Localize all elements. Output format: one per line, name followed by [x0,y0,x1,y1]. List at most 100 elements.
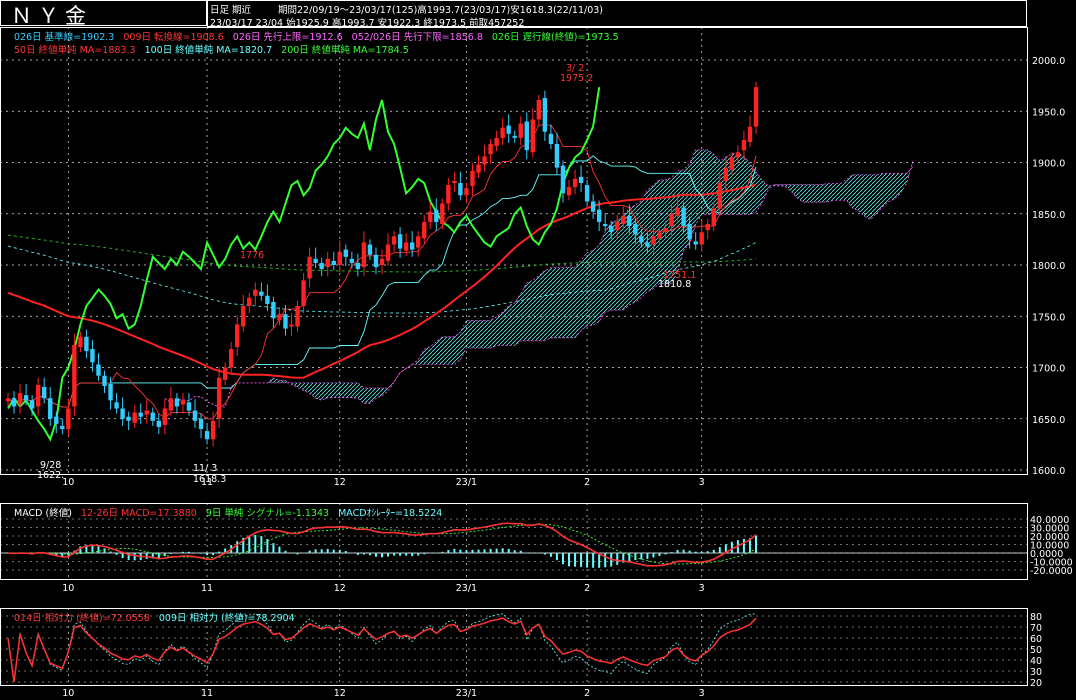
candle-body [458,183,463,196]
candle-body [367,244,373,255]
price-tick-label: 1700.0 [1032,364,1065,375]
rsi9-line [7,613,757,683]
macd-tick-label: -20.0000 [1030,566,1073,577]
candle-body [331,260,336,265]
candle-body [518,123,523,138]
x-tick-label: 11 [201,583,213,594]
candle-body [476,164,481,173]
candle-body [301,280,306,306]
candle-body [337,251,342,265]
candle-body [409,242,415,250]
chart-svg: 1600.0 1650.0 1700.0 1750.0 1800.0 1850.0 1900… [0,27,1073,699]
price-annotation: 1751.1 [663,270,696,281]
candle-body [578,176,584,183]
candle-body [415,236,421,248]
price-tick-label: 1800.0 [1032,261,1065,272]
candle-body [29,400,35,409]
rsi-tick-label: 60 [1030,634,1042,645]
price-tick-label: 1750.0 [1032,312,1065,323]
candle-body [355,262,361,270]
candle-body [434,209,439,222]
candle-body [228,349,234,368]
candle-body [699,232,704,245]
price-tick-label: 1950.0 [1032,107,1065,118]
candle-body [373,254,379,268]
candle-body [361,242,367,268]
candle-body [566,187,572,196]
candle-body [669,213,674,227]
macd-signal-line [7,523,757,565]
candle-body [470,170,475,187]
candle-body [391,236,397,245]
rsi-tick-label: 80 [1030,612,1042,623]
candle-body [729,157,735,170]
candle-body [198,418,204,429]
rsi-tick-label: 50 [1030,645,1042,656]
candle-body [717,183,723,209]
x-tick-label: 3 [699,477,705,488]
candle-body [66,408,71,429]
rsi-tick-label: 20 [1030,678,1042,689]
price-tick-label: 1900.0 [1032,159,1065,170]
rsi14-line [7,617,757,683]
price-tick-label: 2000.0 [1032,56,1065,67]
candle-body [452,180,457,183]
price-annotation: 1975.2 [560,73,593,84]
candle-body [621,215,626,224]
candle-body [289,324,294,327]
candle-body [54,416,59,424]
candle-body [235,324,240,347]
candle-body [253,289,258,296]
candle-body [639,236,644,243]
x-tick-label: 12 [334,688,346,699]
candle-body [168,398,174,411]
candle-body [657,232,662,239]
candle-body [48,398,53,419]
candle-body [247,297,252,306]
candle-body [548,133,554,145]
candle-body [397,234,403,249]
candle-body [174,398,180,407]
rsi-tick-label: 70 [1030,623,1042,634]
candle-body [271,301,276,319]
candle-body [530,119,536,153]
candle-body [150,412,155,421]
candle-body [17,393,23,405]
candle-body [60,425,65,429]
candle-body [11,398,17,407]
candle-body [675,207,680,216]
candle-body [84,336,89,352]
candle-body [23,395,29,401]
candle-body [307,256,312,279]
candle-body [385,244,391,261]
candle-body [663,228,668,233]
candle-body [572,178,578,188]
candle-body [723,167,729,181]
candle-body [283,314,288,329]
candle-body [96,364,101,376]
candle-body [132,412,137,423]
candle-body [126,416,131,421]
candle-body [645,242,650,247]
candle-body [156,420,162,427]
candle-body [343,249,349,257]
ichimoku-cloud [164,149,913,407]
candle-body [446,185,451,204]
price-tick-label: 1600.0 [1032,466,1065,477]
candle-body [325,258,330,268]
candle-body [349,258,355,263]
candle-body [186,402,192,411]
candle-body [542,97,548,132]
candle-body [560,165,566,194]
x-tick-label: 2 [584,477,590,488]
x-tick-label: 23/1 [456,477,477,488]
candle-body [464,188,469,196]
candle-body [277,314,282,321]
candle-body [488,144,493,155]
x-tick-label: 3 [699,688,705,699]
x-tick-label: 2 [584,583,590,594]
candle-body [524,121,529,151]
candle-body [222,367,228,380]
price-annotation: 11/ 3 [193,463,217,474]
candle-body [554,144,560,168]
